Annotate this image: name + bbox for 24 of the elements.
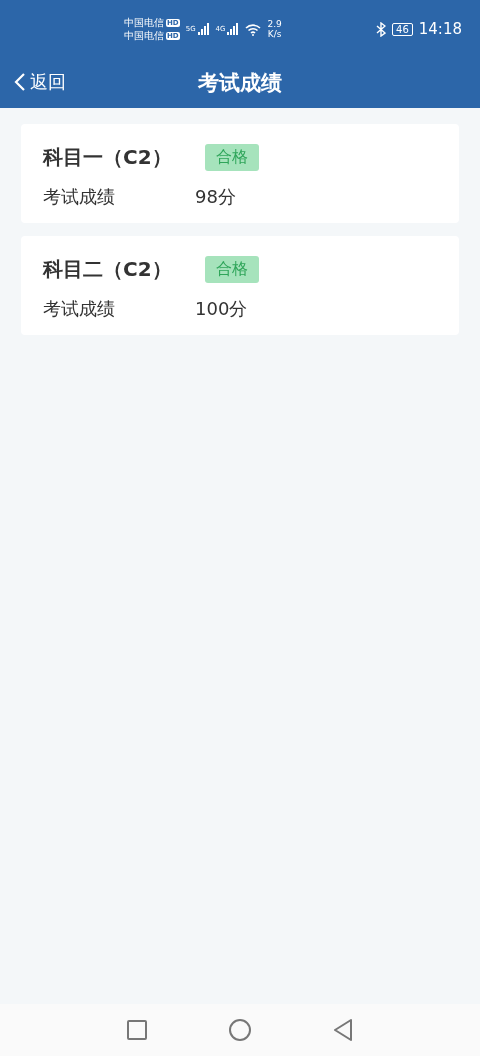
network-speed: K/s bbox=[267, 29, 282, 39]
signal-icon bbox=[227, 23, 240, 35]
carrier-name: 中国电信 bbox=[124, 29, 164, 42]
score-label: 考试成绩 bbox=[43, 297, 116, 321]
battery-level: 46 bbox=[392, 22, 413, 36]
wifi-icon bbox=[245, 22, 262, 36]
chevron-left-icon bbox=[14, 72, 26, 92]
status-tag: 合格 bbox=[205, 144, 259, 171]
score-value: 98分 bbox=[195, 185, 236, 209]
score-label: 考试成绩 bbox=[43, 185, 116, 209]
signal-icon bbox=[197, 23, 210, 35]
bluetooth-icon bbox=[376, 21, 387, 37]
back-button[interactable]: 返回 bbox=[14, 70, 66, 94]
carrier-name: 中国电信 bbox=[124, 16, 164, 29]
status-tag: 合格 bbox=[205, 256, 259, 283]
home-icon[interactable] bbox=[229, 1019, 251, 1041]
subject-title: 科目一（C2） bbox=[43, 144, 173, 171]
back-icon[interactable] bbox=[333, 1019, 353, 1041]
clock-time: 14:18 bbox=[418, 20, 462, 38]
network-speed: 2.9 bbox=[267, 19, 282, 29]
recents-icon[interactable] bbox=[127, 1020, 147, 1040]
page-title: 考试成绩 bbox=[198, 70, 282, 97]
subject-title: 科目二（C2） bbox=[43, 256, 173, 283]
score-value: 100分 bbox=[195, 297, 248, 321]
